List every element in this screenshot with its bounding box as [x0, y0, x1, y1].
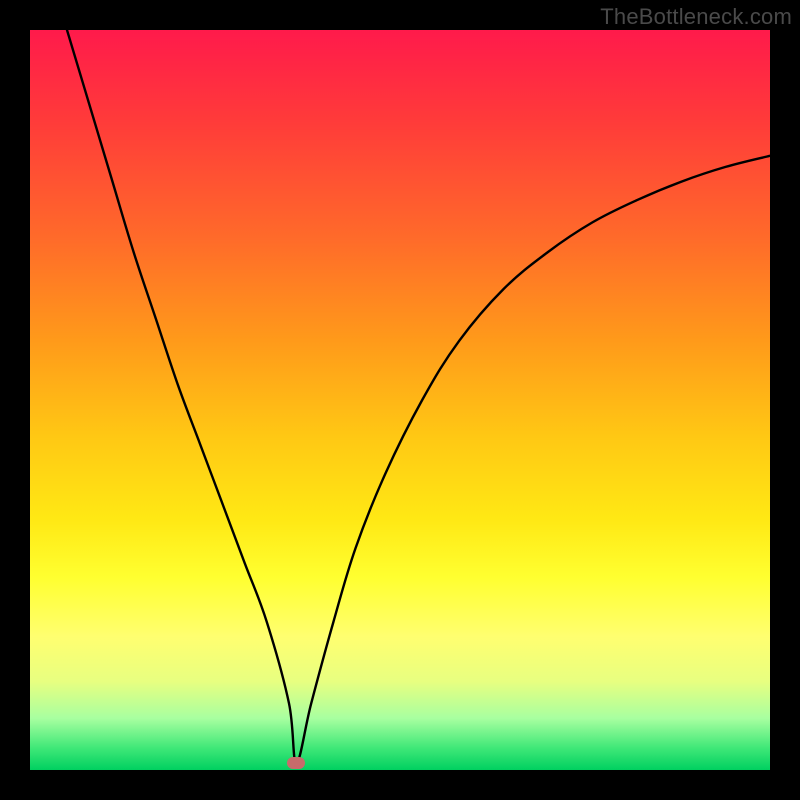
optimum-marker	[287, 757, 305, 769]
plot-area	[30, 30, 770, 770]
chart-frame: TheBottleneck.com	[0, 0, 800, 800]
watermark-text: TheBottleneck.com	[600, 4, 792, 30]
curve-svg	[30, 30, 770, 770]
bottleneck-curve	[67, 30, 770, 763]
